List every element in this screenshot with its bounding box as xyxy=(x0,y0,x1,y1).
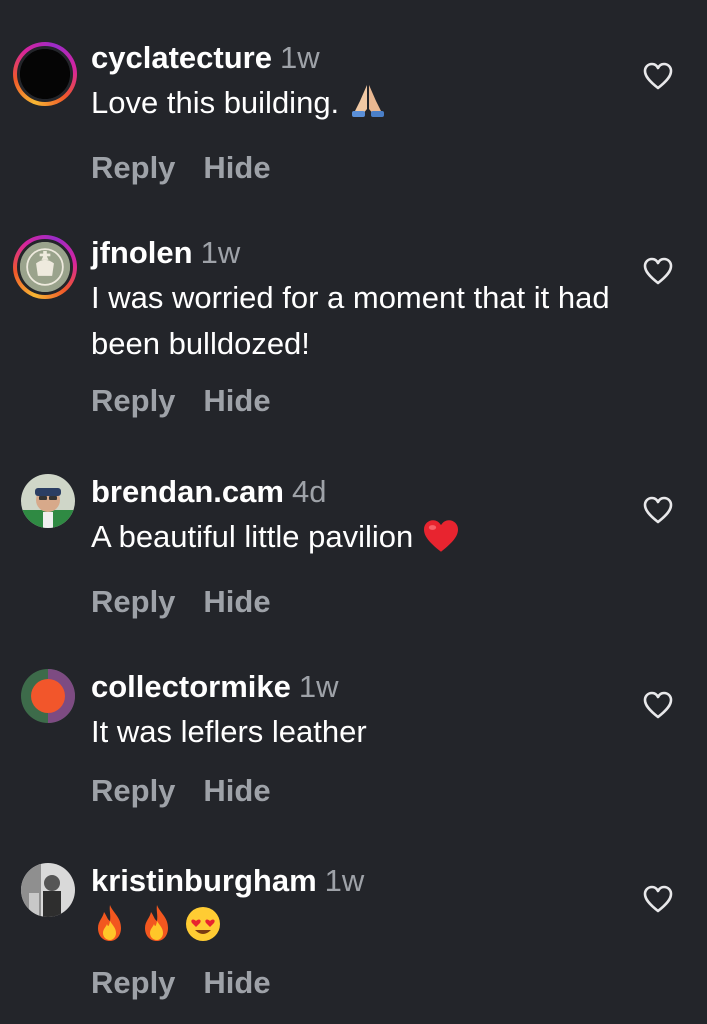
heart-icon xyxy=(643,691,673,719)
avatar[interactable] xyxy=(13,661,77,725)
comment-time: 1w xyxy=(279,40,320,75)
like-button[interactable] xyxy=(643,62,673,90)
comment-time: 1w xyxy=(200,235,241,270)
comment-text: I was worried for a moment that it had b… xyxy=(91,280,610,361)
username[interactable]: cyclatecture xyxy=(91,40,272,75)
avatar[interactable] xyxy=(13,235,77,299)
username[interactable]: kristinburgham xyxy=(91,863,317,898)
comment-text xyxy=(91,903,627,949)
reply-button[interactable]: Reply xyxy=(91,150,175,185)
fire-emoji xyxy=(91,903,129,956)
reply-button[interactable]: Reply xyxy=(91,773,175,808)
avatar[interactable] xyxy=(13,855,77,919)
fire-emoji xyxy=(138,903,176,956)
heart-icon xyxy=(643,62,673,90)
comment-text-content: A beautiful little pavilion xyxy=(91,519,414,554)
comment-time: 1w xyxy=(298,669,339,704)
username[interactable]: brendan.cam xyxy=(91,474,284,509)
username[interactable]: jfnolen xyxy=(91,235,193,270)
reply-button[interactable]: Reply xyxy=(91,965,175,1000)
hide-button[interactable]: Hide xyxy=(203,383,270,418)
like-button[interactable] xyxy=(643,885,673,913)
like-button[interactable] xyxy=(643,496,673,524)
heart-eyes-emoji xyxy=(184,905,222,956)
heart-icon xyxy=(643,257,673,285)
username[interactable]: collectormike xyxy=(91,669,291,704)
avatar[interactable] xyxy=(13,42,77,106)
comment-text: Love this building. xyxy=(91,80,627,132)
heart-icon xyxy=(643,496,673,524)
reply-button[interactable]: Reply xyxy=(91,584,175,619)
hide-button[interactable]: Hide xyxy=(203,965,270,1000)
like-button[interactable] xyxy=(643,691,673,719)
comment-time: 4d xyxy=(291,474,327,509)
hide-button[interactable]: Hide xyxy=(203,150,270,185)
comment-text: It was leflers leather xyxy=(91,714,367,749)
comments-list: cyclatecture 1w Love this building. Reply… xyxy=(0,0,707,1024)
red-heart-emoji xyxy=(422,519,460,566)
folded-hands-emoji xyxy=(348,81,388,132)
hide-button[interactable]: Hide xyxy=(203,773,270,808)
comment-text: A beautiful little pavilion xyxy=(91,514,627,566)
avatar[interactable] xyxy=(13,466,77,530)
reply-button[interactable]: Reply xyxy=(91,383,175,418)
comment-text-content: Love this building. xyxy=(91,85,340,120)
hide-button[interactable]: Hide xyxy=(203,584,270,619)
heart-icon xyxy=(643,885,673,913)
like-button[interactable] xyxy=(643,257,673,285)
comment-time: 1w xyxy=(324,863,365,898)
